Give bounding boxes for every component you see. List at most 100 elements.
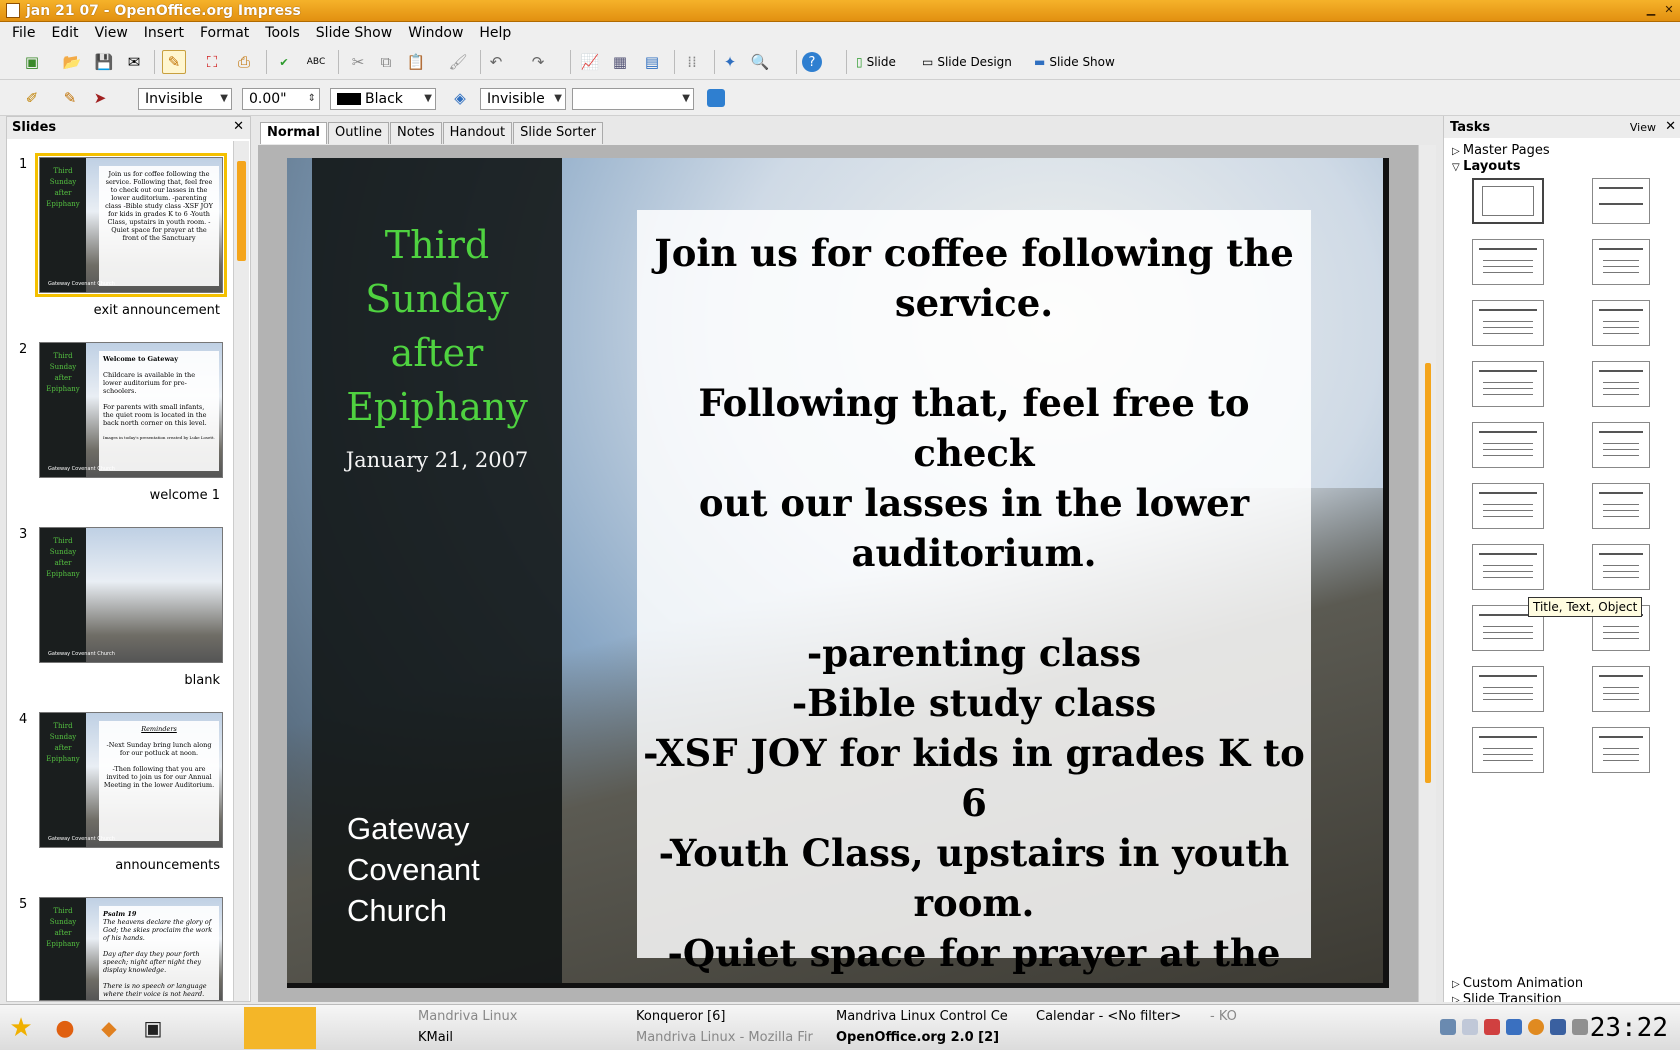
layout-option[interactable]	[1592, 483, 1650, 529]
current-slide[interactable]: Third Sunday after Epiphany January 21, …	[287, 158, 1389, 988]
slide-church-name[interactable]: Gateway Covenant Church	[347, 808, 547, 931]
redo-icon[interactable]: ↷	[526, 50, 550, 74]
display-tray-icon[interactable]	[1506, 1019, 1522, 1035]
menu-window[interactable]: Window	[400, 22, 471, 44]
layout-option[interactable]	[1472, 300, 1544, 346]
tab-outline[interactable]: Outline	[328, 122, 390, 144]
line-style-select[interactable]: Invisible ▼	[138, 88, 232, 110]
layout-option[interactable]	[1592, 361, 1650, 407]
desktop-pager[interactable]	[244, 1007, 316, 1049]
tab-notes[interactable]: Notes	[390, 122, 442, 144]
tab-handout[interactable]: Handout	[442, 122, 513, 144]
menu-slide-show[interactable]: Slide Show	[308, 22, 400, 44]
layout-option[interactable]	[1472, 544, 1544, 590]
layout-option[interactable]	[1472, 727, 1544, 773]
volume-tray-icon[interactable]	[1572, 1019, 1588, 1035]
menu-view[interactable]: View	[87, 22, 136, 44]
workspace-scrollbar[interactable]	[1418, 145, 1436, 1002]
clock[interactable]: 23:22	[1590, 1013, 1668, 1043]
layout-option[interactable]	[1472, 483, 1544, 529]
clone-formatting-icon[interactable]: 🖌	[446, 50, 470, 74]
layout-option[interactable]	[1592, 422, 1650, 468]
tab-slide-sorter[interactable]: Slide Sorter	[513, 122, 603, 144]
layout-option[interactable]	[1472, 361, 1544, 407]
copy-icon[interactable]: ⧉	[374, 50, 398, 74]
tasks-view-menu[interactable]: View	[1630, 121, 1656, 134]
task-mandriva[interactable]: Mandriva Linux	[418, 1009, 517, 1024]
launcher-icon[interactable]: ◆	[94, 1013, 124, 1043]
close-pane-icon[interactable]: ✕	[1665, 119, 1676, 134]
close-window-icon[interactable]: ✕	[1662, 3, 1676, 17]
effects-icon[interactable]: ➤	[88, 86, 112, 110]
slide-title[interactable]: Third Sunday after Epiphany	[312, 218, 562, 434]
klipper-tray-icon[interactable]	[1462, 1019, 1478, 1035]
navigator-icon[interactable]: ✦	[718, 50, 742, 74]
layout-option[interactable]	[1592, 178, 1650, 224]
custom-animation-section[interactable]: ▷ Custom Animation	[1452, 976, 1583, 991]
task-mozilla[interactable]: Mandriva Linux - Mozilla Fir	[636, 1030, 813, 1045]
menu-insert[interactable]: Insert	[136, 22, 192, 44]
slide-thumbnail-1[interactable]: Third Sunday after Epiphany Gateway Cove…	[35, 153, 227, 297]
layout-option[interactable]	[1472, 178, 1544, 224]
app-icon[interactable]	[6, 3, 20, 18]
task-konqueror[interactable]: Konqueror [6]	[636, 1009, 725, 1024]
layout-option[interactable]	[1592, 727, 1650, 773]
menu-format[interactable]: Format	[192, 22, 257, 44]
grid-icon[interactable]: ⁞⁞	[680, 50, 704, 74]
undo-icon[interactable]: ↶	[484, 50, 508, 74]
area-style-select[interactable]: Invisible ▼	[480, 88, 566, 110]
arrow-style-icon[interactable]: ✎	[58, 86, 82, 110]
slide-design-button[interactable]: ▭ Slide Design	[922, 50, 1012, 74]
cut-icon[interactable]: ✂	[346, 50, 370, 74]
layout-option[interactable]	[1592, 544, 1650, 590]
minimize-icon[interactable]: ▁	[1644, 3, 1658, 17]
area-fill-select[interactable]: ▼	[572, 88, 694, 110]
new-slide-button[interactable]: ▯ Slide	[856, 50, 896, 74]
update-tray-icon[interactable]	[1484, 1019, 1500, 1035]
autospellcheck-icon[interactable]: ABC	[304, 50, 328, 74]
scrollbar-thumb[interactable]	[237, 161, 246, 261]
task-kmail[interactable]: KMail	[418, 1030, 453, 1045]
layout-option[interactable]	[1472, 422, 1544, 468]
layouts-section[interactable]: ▽ Layouts	[1452, 159, 1520, 174]
open-icon[interactable]: 📂	[60, 50, 84, 74]
slide-thumbnail-5[interactable]: Third Sunday after Epiphany Psalm 19 The…	[39, 897, 223, 1001]
chart-icon[interactable]: 📈	[578, 50, 602, 74]
task-control-center[interactable]: Mandriva Linux Control Ce	[836, 1009, 1008, 1024]
close-pane-icon[interactable]: ✕	[233, 119, 244, 134]
export-pdf-icon[interactable]: ⛶	[200, 50, 224, 74]
slide-body-text[interactable]: Join us for coffee following the service…	[637, 210, 1311, 983]
scrollbar-thumb[interactable]	[1425, 363, 1431, 783]
slides-scrollbar[interactable]	[233, 141, 249, 1001]
shadow-icon[interactable]	[704, 86, 728, 110]
layout-option[interactable]	[1472, 239, 1544, 285]
layout-option[interactable]	[1592, 239, 1650, 285]
firefox-icon[interactable]: ●	[50, 1013, 80, 1043]
slide-thumbnail-3[interactable]: Third Sunday after Epiphany Gateway Cove…	[39, 527, 223, 663]
slide-date[interactable]: January 21, 2007	[312, 448, 562, 472]
menu-file[interactable]: File	[4, 22, 43, 44]
star-menu-icon[interactable]: ★	[6, 1013, 36, 1043]
slide-thumbnail-4[interactable]: Third Sunday after Epiphany Gateway Cove…	[39, 712, 223, 848]
email-document-icon[interactable]: ✉	[122, 50, 146, 74]
network-tray-icon[interactable]	[1440, 1019, 1456, 1035]
menu-edit[interactable]: Edit	[43, 22, 86, 44]
layout-option[interactable]	[1592, 666, 1650, 712]
line-width-field[interactable]: 0.00" ⇕	[242, 88, 320, 110]
area-icon[interactable]: ◈	[448, 86, 472, 110]
menu-help[interactable]: Help	[471, 22, 519, 44]
help-icon[interactable]: ?	[800, 50, 824, 74]
task-calendar[interactable]: Calendar - <No filter>	[1036, 1009, 1181, 1024]
save-icon[interactable]: 💾	[92, 50, 116, 74]
help-tray-icon[interactable]	[1528, 1019, 1544, 1035]
paste-icon[interactable]: 📋	[404, 50, 428, 74]
slide-thumbnail-2[interactable]: Third Sunday after Epiphany Gateway Cove…	[39, 342, 223, 478]
window-titlebar[interactable]: jan 21 07 - OpenOffice.org Impress ▁ ✕	[0, 0, 1680, 22]
display-icon[interactable]: ▤	[640, 50, 664, 74]
layout-option[interactable]	[1472, 666, 1544, 712]
edit-file-icon[interactable]: ✎	[162, 50, 186, 74]
line-icon[interactable]: ✐	[20, 86, 44, 110]
table-icon[interactable]: ▦	[608, 50, 632, 74]
terminal-icon[interactable]: ▣	[138, 1013, 168, 1043]
zoom-icon[interactable]: 🔍	[748, 50, 772, 74]
